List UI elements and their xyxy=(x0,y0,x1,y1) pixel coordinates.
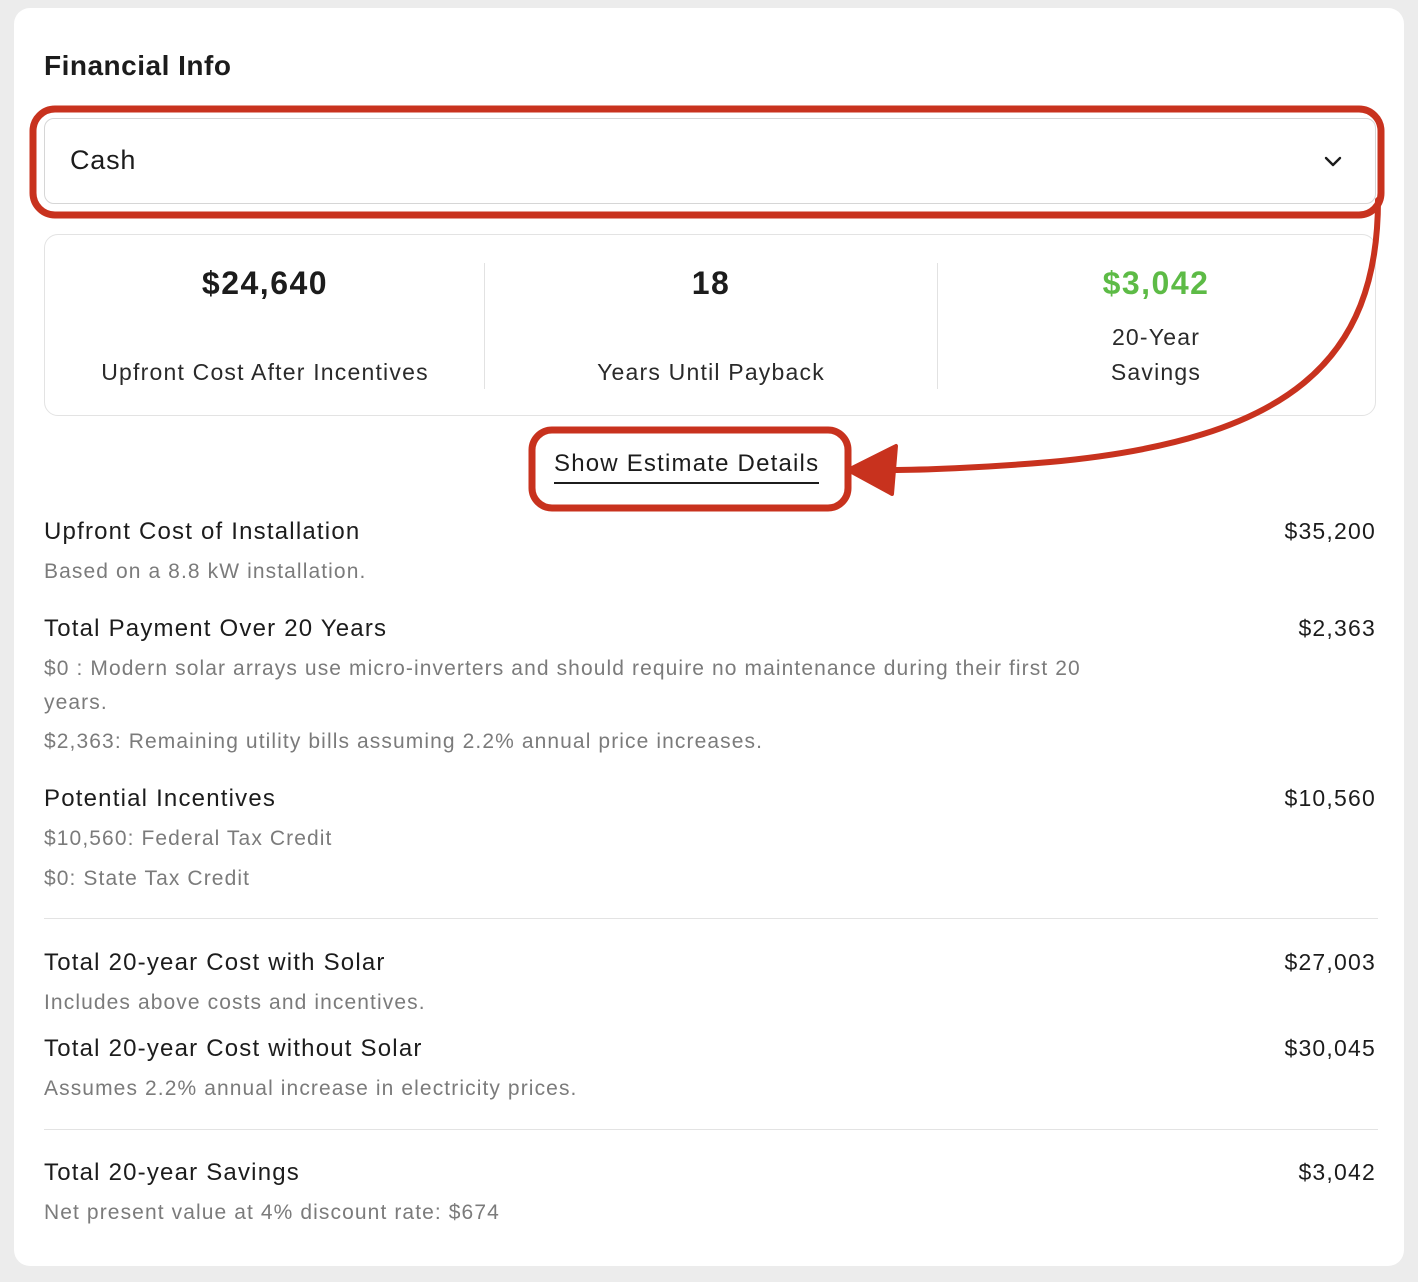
total-payment-amount: $2,363 xyxy=(1298,615,1376,641)
cost-with-solar-note: Includes above costs and incentives. xyxy=(44,991,426,1014)
cost-with-solar-amount: $27,003 xyxy=(1284,949,1376,975)
installation-cost-note: Based on a 8.8 kW installation. xyxy=(44,560,367,583)
section-divider xyxy=(44,918,1378,919)
total-savings-amount: $3,042 xyxy=(1298,1159,1376,1185)
payback-stat: 18 Years Until Payback xyxy=(485,235,937,417)
upfront-cost-value: $24,640 xyxy=(201,265,329,301)
upfront-cost-label: Upfront Cost After Incentives xyxy=(101,359,429,385)
cost-without-solar-title: Total 20-year Cost without Solar xyxy=(44,1035,423,1062)
incentives-amount: $10,560 xyxy=(1284,785,1376,811)
savings-label-line1: 20-Year xyxy=(1111,324,1201,350)
incentives-title: Potential Incentives xyxy=(44,785,277,812)
maintenance-note: $0 : Modern solar arrays use micro-inver… xyxy=(44,657,1081,680)
federal-tax-credit-note: $10,560: Federal Tax Credit xyxy=(44,827,333,850)
utility-bills-note: $2,363: Remaining utility bills assuming… xyxy=(44,730,764,753)
total-savings-title: Total 20-year Savings xyxy=(44,1159,300,1186)
installation-cost-amount: $35,200 xyxy=(1284,518,1376,544)
chevron-down-icon xyxy=(1324,156,1342,167)
section-divider xyxy=(44,1129,1378,1130)
show-estimate-details-link[interactable]: Show Estimate Details xyxy=(554,450,820,484)
financing-type-value: Cash xyxy=(70,145,137,175)
savings-label-line2: Savings xyxy=(1110,359,1202,385)
payback-value: 18 xyxy=(691,265,731,301)
summary-panel: $24,640 Upfront Cost After Incentives 18… xyxy=(44,234,1376,416)
state-tax-credit-note: $0: State Tax Credit xyxy=(44,867,251,890)
total-payment-title: Total Payment Over 20 Years xyxy=(44,615,388,642)
cost-with-solar-title: Total 20-year Cost with Solar xyxy=(44,949,386,976)
installation-cost-title: Upfront Cost of Installation xyxy=(44,518,361,545)
cost-without-solar-note: Assumes 2.2% annual increase in electric… xyxy=(44,1077,578,1100)
financing-type-select[interactable]: Cash xyxy=(44,118,1376,204)
npv-note: Net present value at 4% discount rate: $… xyxy=(44,1201,500,1224)
cost-without-solar-amount: $30,045 xyxy=(1284,1035,1376,1061)
upfront-cost-stat: $24,640 Upfront Cost After Incentives xyxy=(45,235,485,417)
maintenance-note-cont: years. xyxy=(44,691,108,714)
payback-label: Years Until Payback xyxy=(597,359,825,385)
section-title: Financial Info xyxy=(44,50,232,81)
savings-stat: $3,042 20-Year Savings xyxy=(937,235,1375,417)
savings-value: $3,042 xyxy=(1102,265,1210,301)
